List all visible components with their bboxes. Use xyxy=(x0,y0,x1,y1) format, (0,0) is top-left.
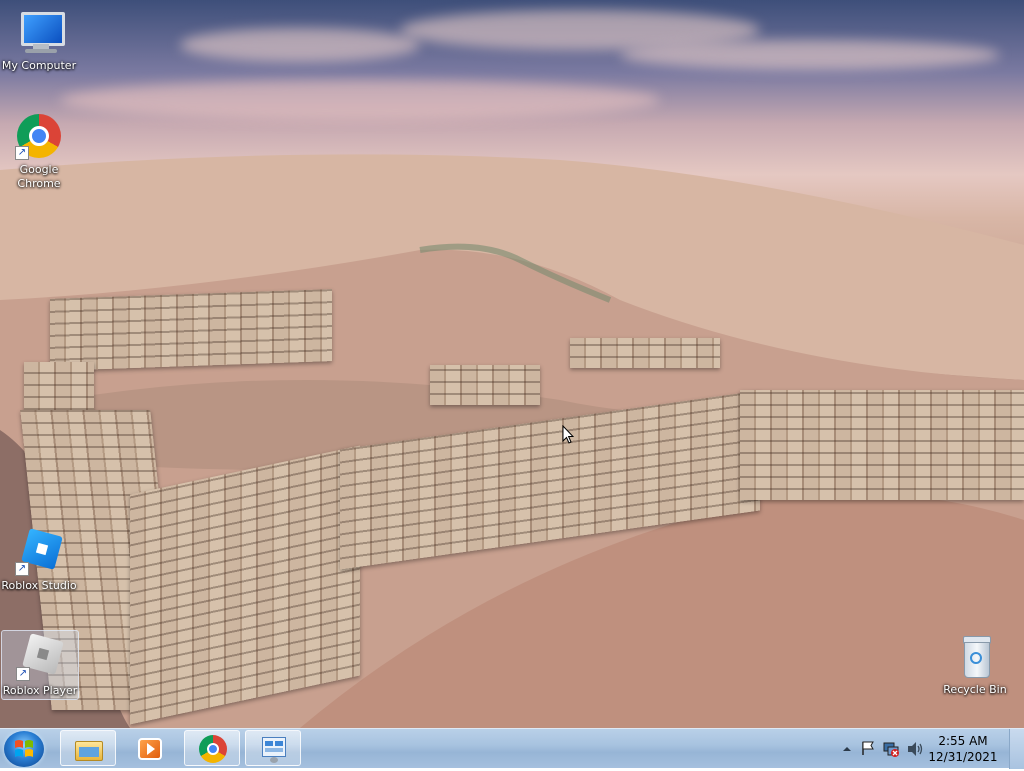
icon-label: Recycle Bin xyxy=(943,683,1007,696)
icon-label: My Computer xyxy=(1,59,77,72)
roblox-studio-icon: ↗ xyxy=(15,528,63,576)
icon-label: Google xyxy=(19,163,59,176)
desktop-wallpaper: My Computer ↗ Google Chrome ↗ Roblox Stu… xyxy=(0,0,1024,728)
stone-wall xyxy=(50,289,332,371)
stone-wall xyxy=(570,338,720,368)
system-tray: 2:55 AM 12/31/2021 xyxy=(834,729,1024,769)
clock[interactable]: 2:55 AM 12/31/2021 xyxy=(928,733,998,765)
desktop-icon-recycle-bin[interactable]: Recycle Bin xyxy=(936,632,1014,697)
taskbar-file-explorer-button[interactable] xyxy=(60,730,116,766)
desktop-icon-roblox-player[interactable]: ↗ Roblox Player xyxy=(1,630,79,700)
volume-icon[interactable] xyxy=(906,741,924,757)
clock-date: 12/31/2021 xyxy=(928,750,998,764)
icon-label: Roblox Player xyxy=(2,684,78,697)
shortcut-arrow-icon: ↗ xyxy=(15,146,29,160)
mouse-cursor-icon xyxy=(562,425,574,444)
desktop-icon-my-computer[interactable]: My Computer xyxy=(0,8,78,73)
taskbar-chrome-button[interactable] xyxy=(184,730,240,766)
show-desktop-button[interactable] xyxy=(1009,729,1024,769)
stone-wall xyxy=(740,390,1024,500)
chrome-icon: ↗ xyxy=(15,112,63,160)
desktop-icon-roblox-studio[interactable]: ↗ Roblox Studio xyxy=(0,528,78,593)
desktop-icon-google-chrome[interactable]: ↗ Google Chrome xyxy=(0,112,78,191)
shortcut-arrow-icon: ↗ xyxy=(16,667,30,681)
windows-start-icon xyxy=(15,740,33,757)
icon-label: Chrome xyxy=(17,177,61,190)
flag-icon[interactable] xyxy=(860,740,876,756)
media-player-icon xyxy=(136,735,164,763)
clock-time: 2:55 AM xyxy=(938,734,988,748)
taskbar-media-player-button[interactable] xyxy=(121,730,177,766)
shortcut-arrow-icon: ↗ xyxy=(15,562,29,576)
taskbar-control-panel-button[interactable] xyxy=(245,730,301,766)
control-panel-icon xyxy=(260,735,288,763)
icon-label: Roblox Studio xyxy=(1,579,77,592)
network-icon[interactable] xyxy=(882,740,900,758)
stone-wall xyxy=(130,445,360,725)
file-explorer-icon xyxy=(75,735,103,763)
up-arrow-icon[interactable] xyxy=(842,744,852,754)
recycle-bin-icon xyxy=(951,632,999,680)
taskbar: 2:55 AM 12/31/2021 xyxy=(0,728,1024,769)
chrome-icon xyxy=(199,735,227,763)
roblox-player-icon: ↗ xyxy=(16,633,64,681)
start-button[interactable] xyxy=(4,731,44,767)
stone-wall xyxy=(430,365,540,405)
computer-icon xyxy=(15,8,65,56)
